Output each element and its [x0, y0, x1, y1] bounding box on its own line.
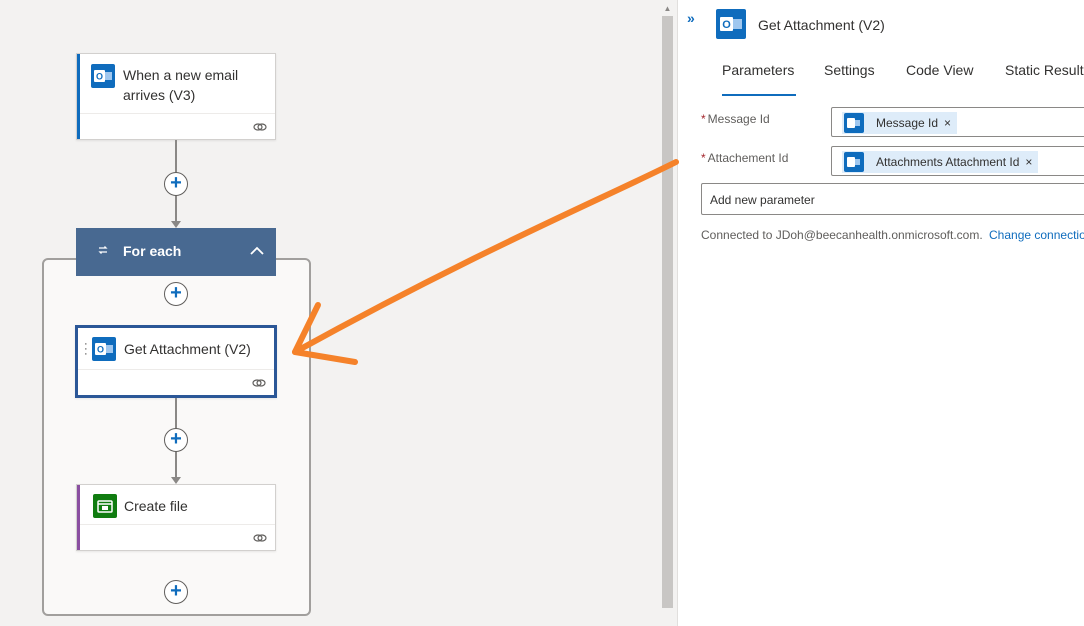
dynamic-content-token[interactable]: Message Id × [842, 112, 958, 134]
message-id-field[interactable]: Message Id × [831, 107, 1084, 137]
attachment-id-label: * Attachement Id [701, 151, 788, 165]
loop-icon [96, 243, 110, 260]
outlook-icon: O [92, 337, 116, 361]
svg-text:O: O [96, 72, 103, 82]
foreach-header[interactable]: For each [76, 228, 276, 276]
get-attachment-card[interactable]: · · · O Get Attachment (V2) [75, 325, 277, 398]
add-new-parameter-dropdown[interactable]: Add new parameter [701, 183, 1084, 215]
onedrive-icon [93, 494, 117, 518]
required-marker: * [701, 112, 706, 126]
tab-parameters[interactable]: Parameters [722, 62, 796, 96]
tab-code-view[interactable]: Code View [906, 62, 973, 96]
trigger-title-line2: arrives (V3) [123, 87, 196, 103]
action-details-panel: » O Get Attachment (V2) Parameters Setti… [678, 0, 1084, 626]
token-label: Attachments Attachment Id [876, 155, 1020, 169]
collapse-panel-icon[interactable]: » [687, 10, 695, 26]
add-step-button[interactable]: + [164, 428, 188, 452]
connector-arrow [171, 221, 181, 228]
link-icon[interactable] [252, 377, 266, 389]
outlook-icon [844, 152, 864, 172]
link-icon[interactable] [253, 532, 267, 544]
outlook-icon [844, 113, 864, 133]
drag-handle-icon[interactable]: · · · [84, 339, 88, 360]
create-file-title: Create file [124, 498, 188, 514]
connector-arrow [171, 477, 181, 484]
card-footer [78, 369, 274, 395]
foreach-label: For each [123, 243, 182, 259]
get-attachment-title: Get Attachment (V2) [124, 341, 251, 357]
remove-token-icon[interactable]: × [944, 116, 951, 130]
link-icon[interactable] [253, 121, 267, 133]
outlook-icon: O [716, 9, 746, 39]
attachment-id-label-text: Attachement Id [707, 151, 789, 165]
tab-settings[interactable]: Settings [824, 62, 875, 96]
svg-text:O: O [97, 345, 104, 355]
scroll-up-icon[interactable]: ▲ [662, 4, 673, 14]
message-id-label-text: Message Id [707, 112, 770, 126]
chevron-up-icon[interactable] [248, 242, 266, 260]
outlook-icon: O [91, 64, 115, 88]
add-step-button[interactable]: + [164, 580, 188, 604]
attachment-id-field[interactable]: Attachments Attachment Id × [831, 146, 1084, 176]
message-id-label: * Message Id [701, 112, 770, 126]
add-step-button[interactable]: + [164, 282, 188, 306]
token-label: Message Id [876, 116, 939, 130]
change-connection-link[interactable]: Change connection [989, 228, 1084, 242]
card-footer [80, 113, 275, 139]
required-marker: * [701, 151, 706, 165]
connection-info: Connected to JDoh@beecanhealth.onmicroso… [701, 228, 983, 242]
flow-designer-canvas: O When a new email arrives (V3) + For ea… [0, 0, 661, 626]
create-file-card[interactable]: Create file [76, 484, 276, 551]
dynamic-content-token[interactable]: Attachments Attachment Id × [842, 151, 1039, 173]
card-footer [80, 524, 275, 550]
trigger-card-new-email[interactable]: O When a new email arrives (V3) [76, 53, 276, 140]
panel-title: Get Attachment (V2) [758, 17, 885, 33]
tab-static-result[interactable]: Static Result [1005, 62, 1084, 96]
remove-token-icon[interactable]: × [1025, 155, 1032, 169]
canvas-scrollbar[interactable] [662, 16, 673, 608]
svg-text:O: O [722, 19, 731, 31]
trigger-title-line1: When a new email [123, 67, 239, 83]
add-step-button[interactable]: + [164, 172, 188, 196]
